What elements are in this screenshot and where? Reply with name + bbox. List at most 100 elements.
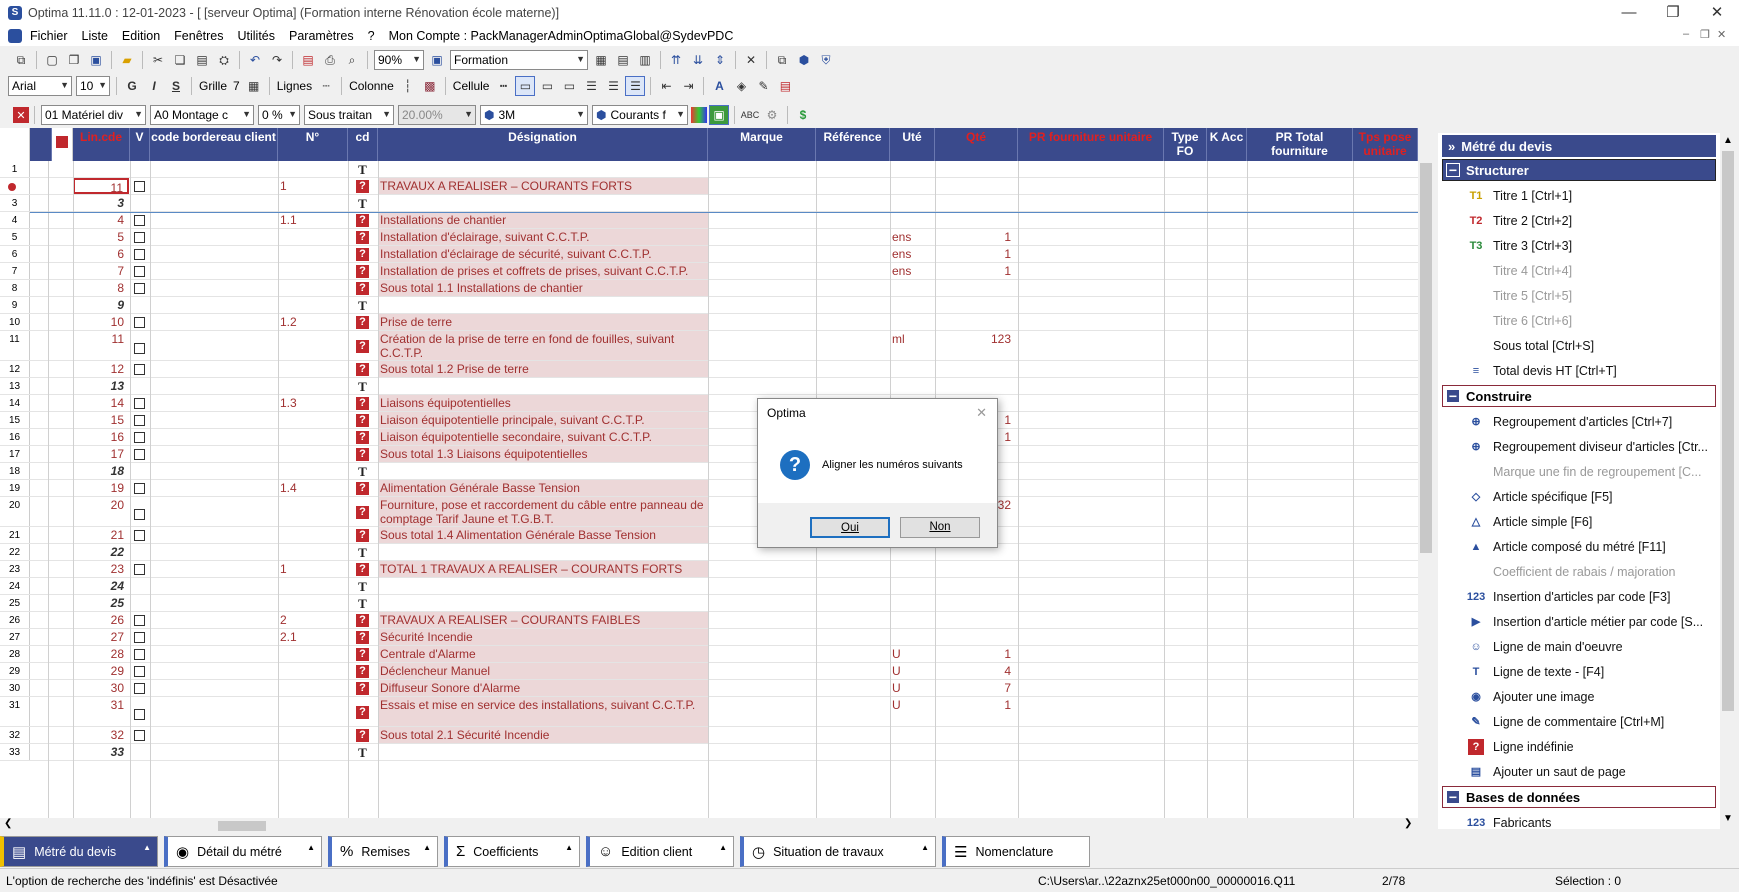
numero-cell[interactable] (280, 497, 340, 526)
designation-cell[interactable]: Déclencheur Manuel (378, 663, 708, 679)
table-row[interactable]: 11 1? TRAVAUX A REALISER – COURANTS FORTS (0, 178, 1418, 195)
side-item[interactable]: ▶ Insertion d'article métier par code [S.… (1438, 609, 1720, 634)
mdi-minimize-icon[interactable]: – (1683, 28, 1689, 40)
print-icon[interactable]: ⎙ (320, 50, 340, 70)
row-number[interactable]: 21 (0, 527, 30, 543)
duplicate-icon[interactable]: ⧉ (772, 50, 792, 70)
spellcheck-icon[interactable]: ABC (740, 105, 760, 125)
align-left-icon[interactable]: ☰ (581, 76, 601, 96)
lincde-cell[interactable]: 32 (48, 727, 128, 743)
copy-icon[interactable]: ❏ (170, 50, 190, 70)
list-view-icon[interactable]: ▤ (613, 50, 633, 70)
table-row[interactable]: 13 13 T (0, 378, 1418, 395)
quantity-cell[interactable]: 123 (935, 331, 1013, 360)
stamp-icon[interactable]: ⛭ (214, 50, 234, 70)
numero-cell[interactable] (280, 263, 340, 279)
table-row[interactable]: 26 26 2? TRAVAUX A REALISER – COURANTS FAIB… (0, 612, 1418, 629)
no-button[interactable]: Non (900, 517, 980, 538)
unit-cell[interactable]: U (892, 646, 932, 662)
table-row[interactable]: 4 4 1.1? Installations de chantier (0, 212, 1418, 229)
unit-cell[interactable]: ml (892, 331, 932, 360)
col-numero[interactable]: N° (278, 128, 348, 161)
table-row[interactable]: 30 30? Diffuseur Sonore d'Alarme U 7 (0, 680, 1418, 697)
lincde-cell[interactable]: 19 (48, 480, 128, 496)
row-number[interactable]: 7 (0, 263, 30, 279)
designation-cell[interactable]: Liaisons équipotentielles (378, 395, 708, 411)
lincde-cell[interactable]: 11 (48, 331, 128, 360)
quantity-cell[interactable]: 7 (935, 680, 1013, 696)
unit-cell[interactable]: U (892, 663, 932, 679)
row-checkbox[interactable] (134, 415, 145, 426)
numero-cell[interactable] (280, 361, 340, 377)
preview-icon[interactable]: ⌕ (342, 50, 362, 70)
row-checkbox[interactable] (134, 564, 145, 575)
material-select[interactable]: 01 Matériel div ▼ (41, 105, 146, 125)
menu-parametres[interactable]: Paramètres (289, 29, 354, 43)
unit-cell[interactable] (892, 595, 932, 611)
lincde-cell[interactable]: 29 (48, 663, 128, 679)
row-checkbox[interactable] (134, 343, 145, 354)
lines-icon[interactable]: ┄ (316, 76, 336, 96)
lincde-cell[interactable]: 8 (48, 280, 128, 296)
row-checkbox[interactable] (134, 266, 145, 277)
unit-cell[interactable] (892, 212, 932, 228)
designation-cell[interactable]: Installation d'éclairage, suivant C.C.T.… (378, 229, 708, 245)
row-number[interactable]: 25 (0, 595, 30, 611)
quantity-cell[interactable] (935, 744, 1013, 760)
lock-icon[interactable]: ▣ (709, 105, 729, 125)
lincde-cell[interactable]: 30 (48, 680, 128, 696)
designation-cell[interactable]: Sécurité Incendie (378, 629, 708, 645)
table-row[interactable]: 15 15? Liaison équipotentielle principale,… (0, 412, 1418, 429)
col-pr-total[interactable]: PR Total fourniture (1247, 128, 1353, 161)
side-item[interactable]: △ Article simple [F6] (1438, 509, 1720, 534)
lincde-cell[interactable]: 6 (48, 246, 128, 262)
designation-cell[interactable]: TRAVAUX A REALISER – COURANTS FORTS (378, 178, 708, 194)
undo-icon[interactable]: ↶ (245, 50, 265, 70)
side-group-structurer[interactable]: − Structurer (1442, 159, 1716, 181)
lincde-cell[interactable]: 21 (48, 527, 128, 543)
unit-cell[interactable] (892, 297, 932, 313)
designation-cell[interactable]: TOTAL 1 TRAVAUX A REALISER – COURANTS FO… (378, 561, 708, 577)
row-number[interactable]: 1 (0, 161, 30, 177)
save-icon[interactable]: ▣ (86, 50, 106, 70)
side-item[interactable]: ✎ Ligne de commentaire [Ctrl+M] (1438, 709, 1720, 734)
row-number[interactable]: 28 (0, 646, 30, 662)
quantity-cell[interactable]: 1 (935, 229, 1013, 245)
numero-cell[interactable] (280, 544, 340, 560)
row-number[interactable]: 33 (0, 744, 30, 760)
numero-cell[interactable] (280, 280, 340, 296)
numero-cell[interactable]: 1.2 (280, 314, 340, 330)
lincde-cell[interactable]: 23 (48, 561, 128, 577)
numero-cell[interactable] (280, 378, 340, 394)
row-number[interactable]: 5 (0, 229, 30, 245)
quantity-cell[interactable] (935, 178, 1013, 194)
vat-select[interactable]: 20.00% ▼ (398, 105, 476, 125)
numero-cell[interactable] (280, 229, 340, 245)
table-row[interactable]: 3 3 T (0, 195, 1418, 212)
font-color-icon[interactable]: A (709, 76, 729, 96)
tab-nomenclature[interactable]: ☰ Nomenclature (942, 836, 1090, 867)
quantity-cell[interactable] (935, 212, 1013, 228)
quantity-cell[interactable] (935, 561, 1013, 577)
paste-icon[interactable]: ▤ (192, 50, 212, 70)
numero-cell[interactable] (280, 246, 340, 262)
cut-icon[interactable]: ✂ (148, 50, 168, 70)
col-tps-pose[interactable]: Tps pose unitaire (1353, 128, 1418, 161)
quantity-cell[interactable]: 1 (935, 246, 1013, 262)
refresh-icon[interactable]: $ (793, 105, 813, 125)
row-number[interactable]: 9 (0, 297, 30, 313)
designation-cell[interactable]: Diffuseur Sonore d'Alarme (378, 680, 708, 696)
table-row[interactable]: 14 14 1.3? Liaisons équipotentielles (0, 395, 1418, 412)
row-number[interactable]: 22 (0, 544, 30, 560)
row-number[interactable]: 11 (0, 331, 30, 360)
table-row[interactable]: 22 22 T (0, 544, 1418, 561)
grid-options-icon[interactable] (52, 128, 73, 161)
grid-value[interactable]: 7 (233, 79, 240, 93)
row-checkbox[interactable] (134, 249, 145, 260)
unit-cell[interactable] (892, 195, 932, 211)
row-number[interactable]: 30 (0, 680, 30, 696)
row-checkbox[interactable] (134, 615, 145, 626)
unit-cell[interactable]: ens (892, 229, 932, 245)
row-checkbox[interactable] (134, 709, 145, 720)
move-updown-icon[interactable]: ⇕ (710, 50, 730, 70)
